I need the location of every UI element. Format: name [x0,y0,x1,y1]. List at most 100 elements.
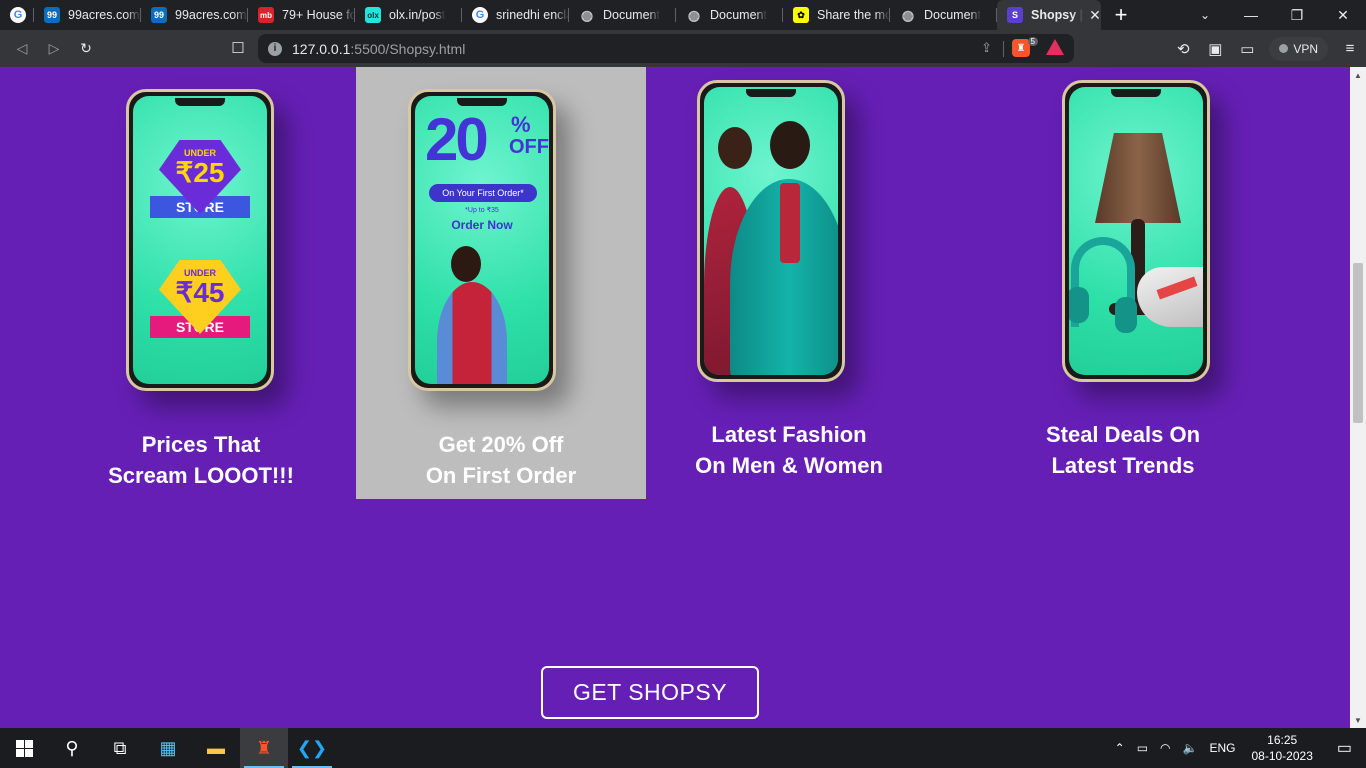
tab-shopsy[interactable]: S Shopsy | ✕ [997,0,1101,30]
tab-title: 99acres.com/ [68,8,141,22]
phone-screen [1069,87,1203,375]
tab-snapchat[interactable]: ✿ Share the mo [783,0,890,30]
badge-amount: ₹45 [175,277,225,308]
google-icon: G [472,7,488,23]
tab-title: Document [710,8,767,22]
get-shopsy-button[interactable]: GET SHOPSY [541,666,759,719]
task-view-icon[interactable]: ⧉ [96,728,144,768]
tab-document-3[interactable]: ◍ Document [890,0,997,30]
window-controls: — ❐ ✕ [1228,0,1366,30]
vpn-label: VPN [1293,41,1318,56]
page-scrollbar[interactable]: ▲ ▼ [1350,67,1366,728]
badge-amount: ₹25 [175,157,225,188]
battery-icon[interactable]: ▭ [1131,741,1154,755]
chevron-up-icon[interactable]: ⌃ [1109,741,1131,755]
store-icon[interactable]: ▦ [144,728,192,768]
minimize-icon[interactable]: — [1228,0,1274,30]
tab-document-1[interactable]: ◍ Document [569,0,676,30]
99acres-icon: 99 [151,7,167,23]
volume-icon[interactable]: 🔈 [1177,741,1204,755]
caption-line: On Men & Women [695,453,883,478]
clock[interactable]: 16:25 08-10-2023 [1241,732,1322,764]
promo-fineprint: *Up to ₹35 [465,207,499,214]
clock-date: 08-10-2023 [1251,749,1313,763]
phone-screen: 20 % OFF On Your First Order* *Up to ₹35… [415,96,549,384]
phone-notch [746,89,796,97]
model-body [437,282,507,384]
reload-icon[interactable]: ↻ [70,35,102,63]
caption-line: Prices That [141,432,261,457]
phone-mockup [697,80,845,382]
tab-title: 79+ House fo [282,8,355,22]
snapchat-icon: ✿ [793,7,809,23]
tab-srinedhi[interactable]: Gsrinedhi encla [462,0,569,30]
wallet-icon[interactable]: ▭ [1231,40,1263,58]
google-icon: G [10,7,26,23]
feature-card-fashion[interactable]: Latest Fashion On Men & Women [644,67,934,499]
woman-head [718,127,752,169]
caption-line: Steal Deals On [1045,422,1201,447]
phone-mockup: 20 % OFF On Your First Order* *Up to ₹35… [408,89,556,391]
tab-99acres-2[interactable]: 99 99acres.com/ [141,0,248,30]
tab-document-2[interactable]: ◍ Document [676,0,783,30]
forward-icon[interactable]: ▷ [38,35,70,63]
tab-search-icon[interactable]: ⌄ [1188,0,1222,30]
brave-rewards-icon[interactable] [1046,39,1064,55]
promo-percent: % [511,112,531,137]
search-icon[interactable]: ⚲ [48,728,96,768]
promo-20: 20 [425,106,489,173]
system-tray: ⌃ ▭ ◠ 🔈 ENG 16:25 08-10-2023 ▭ [1109,728,1366,768]
promo-pill: On Your First Order* [429,184,537,202]
shopsy-icon: S [1007,7,1023,23]
close-window-icon[interactable]: ✕ [1320,0,1366,30]
vpn-status-icon [1279,44,1289,53]
phone-screen: UNDER ₹25 STORE UNDER ₹45 STORE [133,96,267,384]
divider [1003,41,1004,57]
brave-browser-icon[interactable]: ♜ [240,728,288,768]
tab-title: Share the mo [817,8,890,22]
99acres-icon: 99 [44,7,60,23]
model-head [451,246,481,282]
wifi-icon[interactable]: ◠ [1154,741,1176,755]
file-explorer-icon[interactable]: ▬ [192,728,240,768]
feature-card-trends[interactable]: Steal Deals On Latest Trends [978,67,1268,499]
new-tab-button[interactable]: + [1101,0,1141,30]
phone-mockup [1062,80,1210,382]
feature-card-prices[interactable]: UNDER ₹25 STORE UNDER ₹45 STORE Prices T… [56,67,346,499]
feature-card-first-order[interactable]: 20 % OFF On Your First Order* *Up to ₹35… [356,67,646,499]
leo-icon[interactable]: ⟲ [1167,40,1199,58]
language-indicator[interactable]: ENG [1203,741,1241,755]
bookmark-icon[interactable]: ☐ [228,34,248,62]
card-caption: Latest Fashion On Men & Women [644,419,934,481]
sidebar-icon[interactable]: ▣ [1199,40,1231,58]
phone-notch [1111,89,1161,97]
menu-icon[interactable]: ≡ [1334,40,1366,57]
address-bar[interactable]: i 127.0.0.1:5500/Shopsy.html ⇪ ♜ 5 [258,34,1074,63]
tab-99acres-1[interactable]: 99 99acres.com/ [34,0,141,30]
shields-count: 5 [1027,37,1038,46]
notifications-icon[interactable]: ▭ [1323,738,1366,758]
caption-line: Get 20% Off [438,432,564,457]
scroll-down-icon[interactable]: ▼ [1354,716,1362,725]
shopsy-page: UNDER ₹25 STORE UNDER ₹45 STORE Prices T… [0,67,1350,728]
card-caption: Prices That Scream LOOOT!!! [56,429,346,491]
share-icon[interactable]: ⇪ [981,40,992,56]
site-info-icon[interactable]: i [268,41,282,56]
scroll-thumb[interactable] [1353,263,1363,423]
close-tab-icon[interactable]: ✕ [1089,7,1101,24]
vscode-icon[interactable]: ❮❯ [288,728,336,768]
tab-olx[interactable]: olx olx.in/post [355,0,462,30]
globe-icon: ◍ [901,6,915,23]
url-host: 127.0.0.1 [292,40,351,57]
restore-icon[interactable]: ❐ [1274,0,1320,30]
tab-title: Document [924,8,981,22]
start-button[interactable] [0,728,48,768]
tab-google[interactable]: G [0,0,34,30]
kurta-embroidery [780,183,800,263]
caption-line: Latest Fashion [711,422,867,447]
vpn-button[interactable]: VPN [1269,36,1328,61]
tab-title: Document [603,8,660,22]
back-icon[interactable]: ◁ [6,35,38,63]
tab-magicbricks[interactable]: mb 79+ House fo [248,0,355,30]
scroll-up-icon[interactable]: ▲ [1354,71,1362,80]
